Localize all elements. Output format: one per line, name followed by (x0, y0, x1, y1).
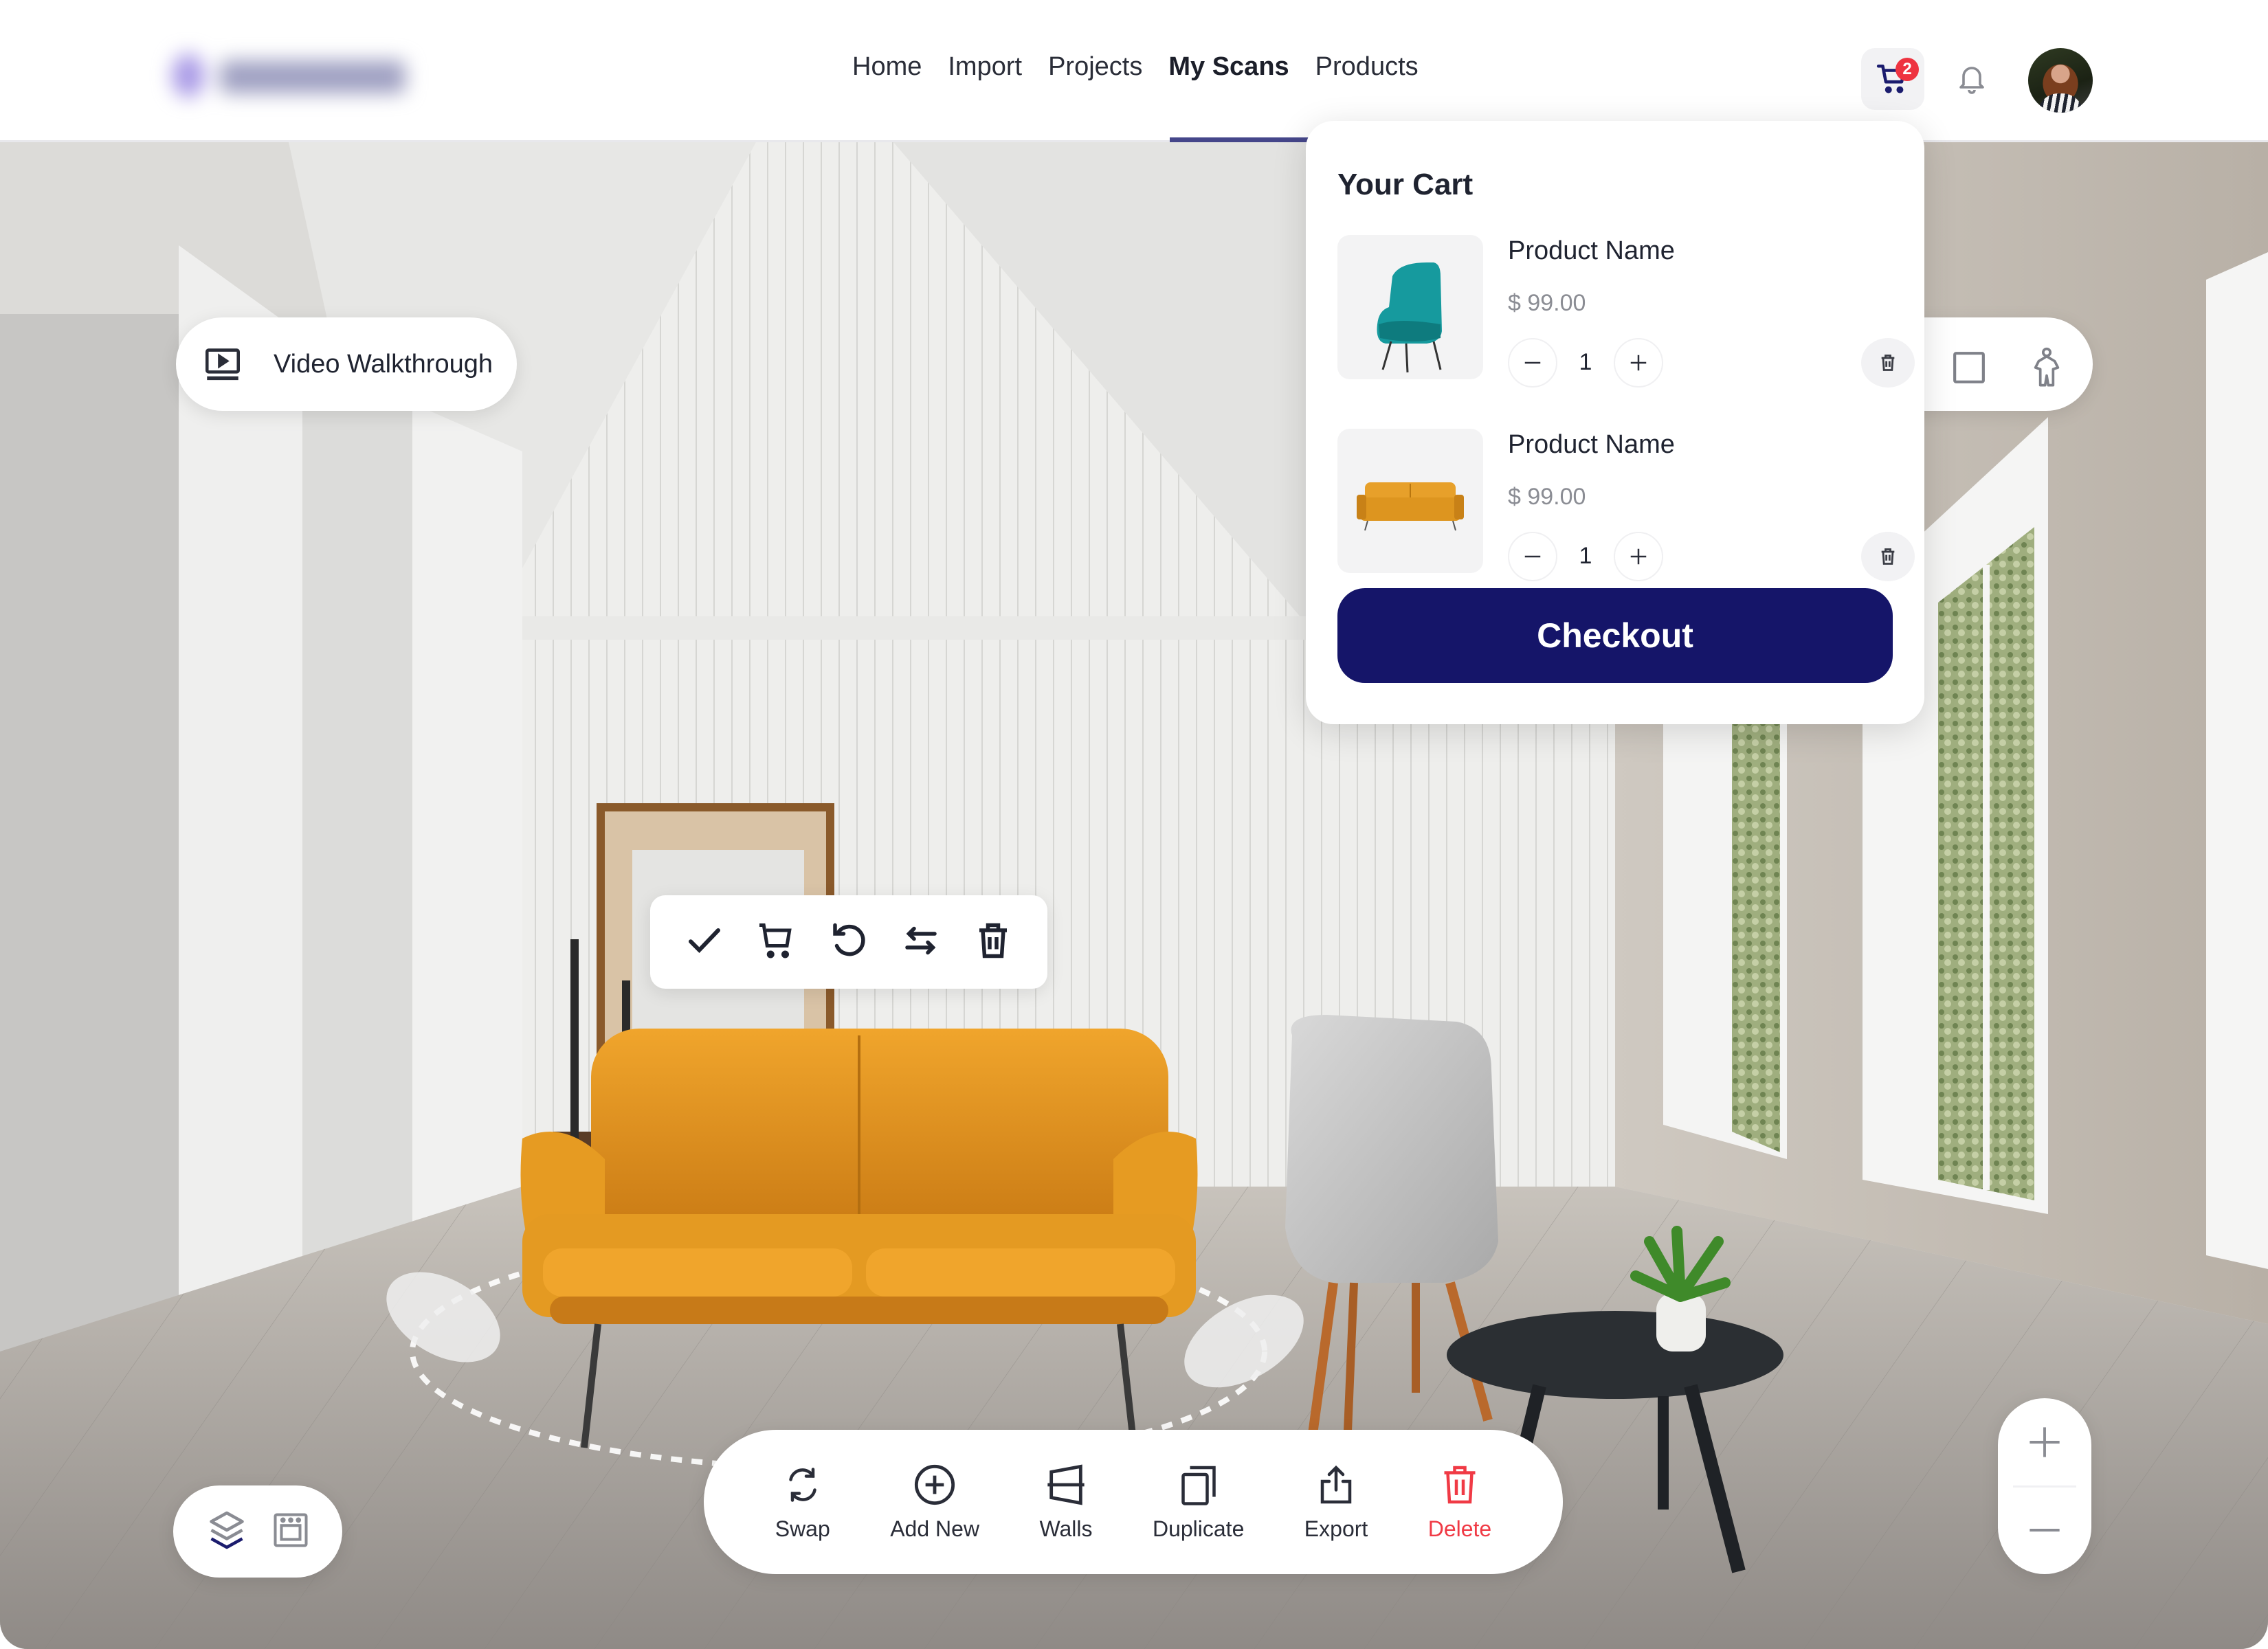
trash-icon (979, 923, 1008, 958)
cart-dropdown: Your Cart Product Name $ 99.00 1 Product… (1306, 121, 1924, 724)
orange-sofa-image (1357, 482, 1464, 531)
nav-my-scans[interactable]: My Scans (1168, 52, 1289, 82)
avatar-shirt (2038, 93, 2083, 113)
duplicate-tool-label: Duplicate (1152, 1516, 1245, 1541)
decrease-quantity-button[interactable] (1508, 338, 1557, 388)
plus-icon (1630, 355, 1647, 371)
zoom-controls (1998, 1398, 2091, 1574)
remove-item-button[interactable] (972, 920, 1014, 965)
swap-tool-button[interactable]: Swap (775, 1463, 830, 1542)
remove-cart-item-button[interactable] (1861, 532, 1915, 581)
bell-icon (1959, 67, 1984, 94)
walls-icon (1047, 1463, 1085, 1505)
layers-icon (210, 1511, 244, 1549)
trash-icon (1881, 548, 1895, 565)
cart-button[interactable]: 2 (1861, 48, 1924, 110)
top-navigation-bar: Home Import Projects My Scans Products 2 (0, 0, 2268, 142)
cart-count-badge: 2 (1895, 58, 1919, 81)
cart-item: Product Name $ 99.00 1 (1337, 429, 1915, 581)
add-circle-icon (915, 1464, 955, 1505)
export-tool-label: Export (1304, 1516, 1368, 1541)
layers-button[interactable] (206, 1510, 247, 1554)
duplicate-tool-button[interactable]: Duplicate (1153, 1463, 1244, 1542)
brand-logo[interactable] (165, 48, 419, 103)
delete-tool-label: Delete (1427, 1516, 1492, 1541)
add-new-tool-button[interactable]: Add New (890, 1463, 979, 1542)
add-to-cart-button[interactable] (756, 920, 797, 965)
appliance-button[interactable] (272, 1512, 309, 1552)
cart-icon (759, 923, 792, 958)
cart-title: Your Cart (1337, 168, 1474, 201)
layers-controls (173, 1485, 342, 1578)
minus-icon (2030, 1529, 2060, 1532)
trash-icon (1444, 1466, 1476, 1503)
increase-quantity-button[interactable] (1614, 338, 1663, 388)
minus-icon (1524, 555, 1541, 558)
zoom-in-button[interactable] (1998, 1398, 2091, 1486)
product-price: $ 99.00 (1508, 484, 1586, 510)
logo-mark (172, 54, 205, 98)
notifications-button[interactable] (1950, 58, 1993, 100)
rotate-button[interactable] (828, 920, 869, 965)
zoom-out-button[interactable] (1998, 1486, 2091, 1574)
nav-projects[interactable]: Projects (1048, 52, 1142, 82)
cart-item: Product Name $ 99.00 1 (1337, 235, 1915, 388)
add-new-tool-label: Add New (890, 1516, 980, 1541)
swap-item-button[interactable] (900, 920, 942, 965)
delete-tool-button[interactable]: Delete (1427, 1463, 1492, 1542)
walls-tool-label: Walls (1039, 1516, 1093, 1541)
nav-import[interactable]: Import (948, 52, 1022, 82)
increase-quantity-button[interactable] (1614, 532, 1663, 581)
main-nav: Home Import Projects My Scans Products (852, 52, 1419, 82)
confirm-placement-button[interactable] (684, 920, 725, 965)
video-play-icon (205, 348, 240, 381)
export-tool-button[interactable]: Export (1304, 1463, 1368, 1542)
video-walkthrough-label: Video Walkthrough (274, 349, 493, 379)
product-thumbnail-teal-chair[interactable] (1337, 235, 1483, 379)
user-avatar[interactable] (2028, 48, 2093, 113)
export-icon (1320, 1465, 1352, 1503)
swap-tool-label: Swap (775, 1516, 830, 1541)
swap-arrows-icon (905, 926, 937, 954)
checkout-button[interactable]: Checkout (1337, 588, 1893, 683)
rotate-icon (833, 923, 865, 956)
nav-products[interactable]: Products (1315, 52, 1419, 82)
product-thumbnail-orange-sofa[interactable] (1337, 429, 1483, 573)
walls-tool-button[interactable]: Walls (1039, 1463, 1093, 1542)
plus-icon (1630, 548, 1647, 565)
quantity-value: 1 (1579, 543, 1592, 569)
video-walkthrough-button[interactable]: Video Walkthrough (176, 317, 517, 411)
product-name: Product Name (1508, 430, 1675, 459)
decrease-quantity-button[interactable] (1508, 532, 1557, 581)
object-context-toolbar (650, 895, 1047, 989)
person-view-icon[interactable] (2027, 346, 2066, 389)
room-3d-viewport[interactable]: Video Walkthrough Swap Add New Walls Dup… (0, 142, 2268, 1649)
quantity-value: 1 (1579, 349, 1592, 375)
check-icon (688, 928, 720, 953)
trash-icon (1881, 355, 1895, 371)
oven-icon (274, 1512, 308, 1547)
nav-home[interactable]: Home (852, 52, 922, 82)
logo-wordmark (220, 60, 405, 93)
plus-icon (2030, 1427, 2060, 1457)
active-nav-indicator (1170, 137, 1309, 142)
minus-icon (1524, 361, 1541, 364)
duplicate-icon (1181, 1466, 1216, 1505)
bottom-toolbar: Swap Add New Walls Duplicate Export Dele… (704, 1430, 1563, 1574)
teal-chair-image (1377, 262, 1442, 373)
remove-cart-item-button[interactable] (1861, 338, 1915, 388)
swap-icon (788, 1467, 816, 1502)
product-price: $ 99.00 (1508, 290, 1586, 316)
product-name: Product Name (1508, 236, 1675, 265)
2d-view-square-icon[interactable] (1952, 350, 1986, 385)
